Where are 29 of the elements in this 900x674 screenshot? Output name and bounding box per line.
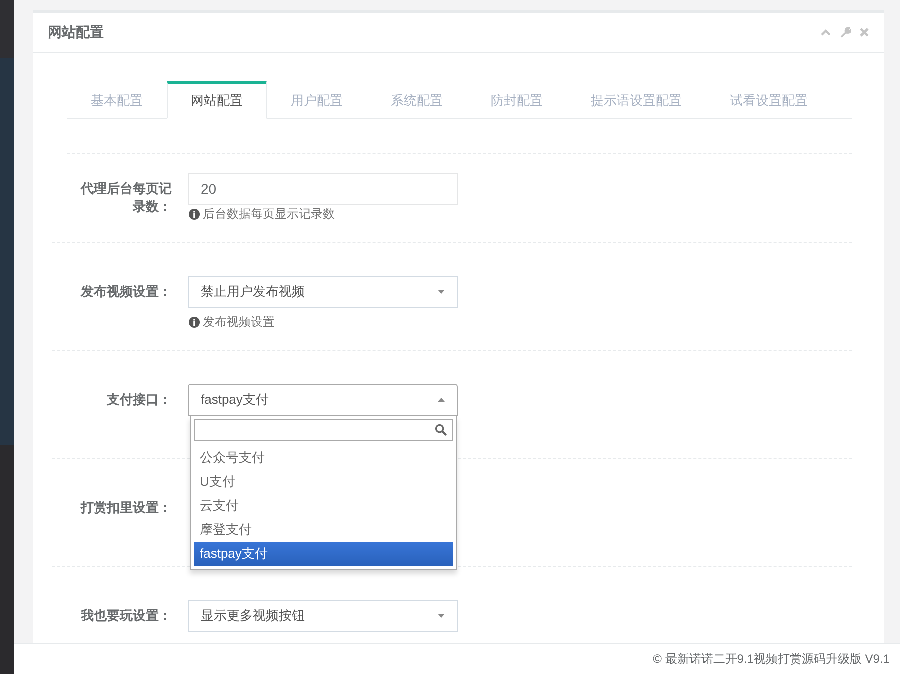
help-text: 发布视频设置 bbox=[203, 314, 275, 330]
dropdown-option[interactable]: U支付 bbox=[194, 470, 453, 494]
field-label: 我也要玩设置： bbox=[81, 608, 172, 623]
info-icon bbox=[189, 316, 200, 328]
field-label: 发布视频设置： bbox=[81, 284, 172, 299]
wrench-icon[interactable] bbox=[840, 27, 851, 38]
dropdown-option[interactable]: fastpay支付 bbox=[194, 542, 453, 566]
dropdown-option[interactable]: 摩登支付 bbox=[194, 518, 453, 542]
caret-icon bbox=[438, 614, 445, 618]
copyright-text: © 最新诺诺二开9.1视频打赏源码升级版 V9.1 bbox=[653, 650, 890, 668]
caret-icon bbox=[438, 398, 445, 402]
panel-title: 网站配置 bbox=[48, 24, 104, 42]
select-field[interactable]: 禁止用户发布视频 bbox=[188, 276, 458, 308]
help-text: 后台数据每页显示记录数 bbox=[203, 206, 335, 222]
info-icon bbox=[189, 208, 200, 220]
tab[interactable]: 网站配置 bbox=[167, 81, 267, 119]
field-label: 支付接口： bbox=[107, 392, 172, 407]
dropdown-option[interactable]: 云支付 bbox=[194, 494, 453, 518]
search-field[interactable] bbox=[194, 419, 453, 441]
select-field[interactable]: fastpay支付 bbox=[188, 384, 458, 416]
close-icon[interactable] bbox=[860, 28, 869, 37]
caret-icon bbox=[438, 290, 445, 294]
field-label: 打赏扣里设置： bbox=[81, 500, 172, 515]
collapse-icon[interactable] bbox=[821, 29, 831, 36]
field-label: 代理后台每页记录数： bbox=[81, 181, 172, 214]
dropdown-option[interactable]: 公众号支付 bbox=[194, 446, 453, 470]
select-field[interactable]: 显示更多视频按钮 bbox=[188, 600, 458, 632]
search-icon bbox=[435, 424, 447, 436]
input-field[interactable]: 20 bbox=[188, 173, 458, 205]
